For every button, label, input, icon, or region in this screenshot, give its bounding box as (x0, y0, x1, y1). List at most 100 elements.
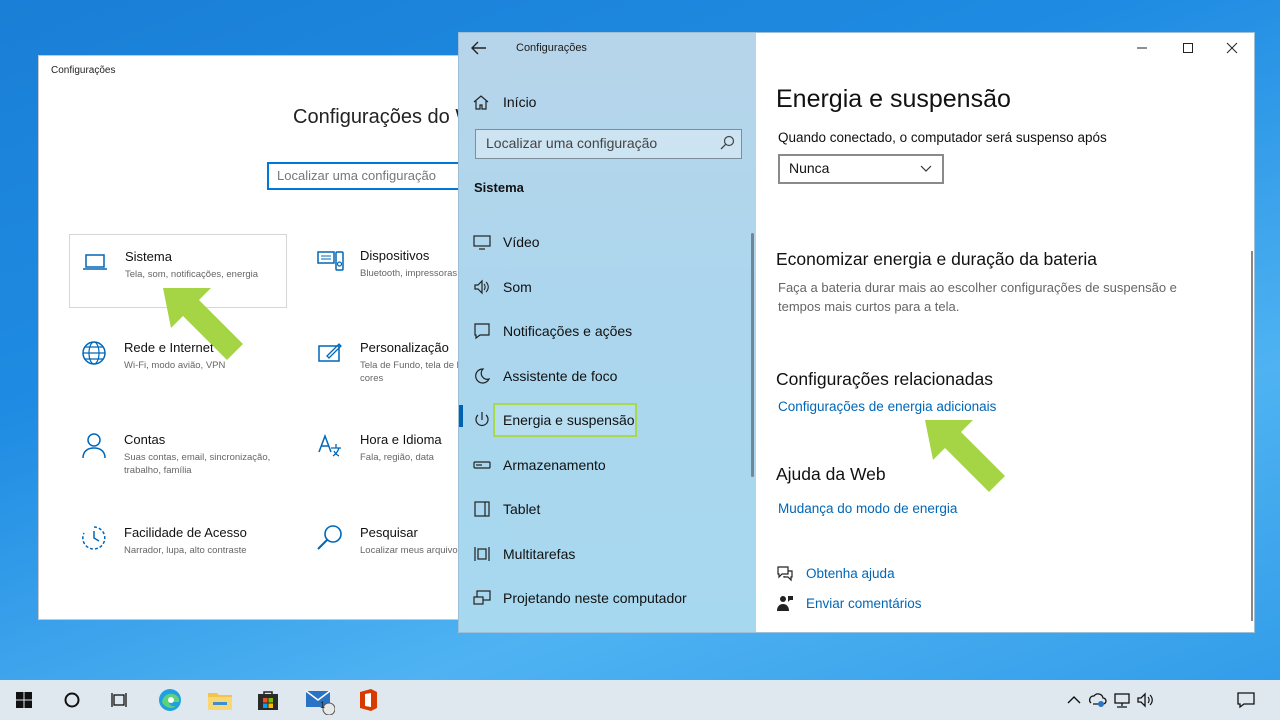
task-view-button[interactable] (96, 680, 144, 720)
get-help-link[interactable]: Obtenha ajuda (806, 566, 895, 581)
tile-rede-internet[interactable]: Rede e Internet Wi-Fi, modo avião, VPN (69, 326, 287, 400)
storage-icon (473, 461, 491, 469)
speaker-icon (474, 279, 489, 295)
store-bag-icon (258, 691, 278, 710)
nav-item-label: Multitarefas (503, 546, 576, 562)
edge-browser-icon (159, 689, 181, 711)
nav-item-label: Notificações e ações (503, 323, 633, 339)
close-button[interactable] (1209, 39, 1254, 59)
nav-item-video[interactable]: Vídeo (473, 227, 540, 257)
volume-icon[interactable] (1136, 690, 1156, 710)
background-search-input[interactable]: Localizar uma configuração (267, 162, 467, 190)
chevron-up-icon[interactable] (1064, 690, 1084, 710)
save-energy-description: Faça a bateria durar mais ao escolher co… (778, 280, 1177, 314)
globe-icon (82, 341, 106, 365)
tile-desc: Wi-Fi, modo avião, VPN (124, 360, 226, 371)
taskbar-store[interactable] (244, 680, 292, 720)
tile-name: Contas (124, 432, 166, 447)
tile-name: Rede e Internet (124, 340, 214, 355)
onedrive-sync-icon[interactable] (1088, 690, 1108, 710)
tablet-icon (474, 501, 490, 517)
paint-icon (318, 343, 342, 362)
taskbar-office[interactable] (344, 680, 392, 720)
nav-item-armazenamento[interactable]: Armazenamento (473, 450, 606, 480)
taskbar-mail[interactable]: 1 (294, 680, 342, 720)
tile-hora-idioma[interactable]: Hora e Idioma Fala, região, data (305, 418, 467, 492)
settings-window[interactable]: Configurações Início Localizar uma confi… (458, 32, 1255, 633)
office-icon (360, 689, 377, 711)
tile-name: Pesquisar (360, 525, 418, 540)
feedback-link[interactable]: Enviar comentários (806, 596, 922, 611)
search-icon[interactable] (719, 134, 735, 152)
feedback-row[interactable]: Enviar comentários (776, 594, 922, 612)
related-settings-heading: Configurações relacionadas (776, 369, 993, 389)
dropdown-value: Nunca (789, 160, 830, 176)
tile-desc: Tela de Fundo, tela de bloqueio, cores (360, 360, 467, 384)
additional-power-settings-link[interactable]: Configurações de energia adicionais (778, 399, 996, 414)
nav-item-tablet[interactable]: Tablet (473, 494, 540, 524)
action-center-icon[interactable] (1236, 690, 1256, 710)
projecting-icon (473, 590, 491, 605)
tile-pesquisar[interactable]: Pesquisar Localizar meus arquivos, permi… (305, 511, 467, 585)
notifications-icon (474, 323, 490, 340)
plugged-in-label: Quando conectado, o computador será susp… (778, 130, 1107, 145)
section-label: Sistema (474, 180, 524, 195)
windows-logo-icon (16, 692, 32, 708)
tile-name: Facilidade de Acesso (124, 525, 247, 540)
nav-item-assistente-foco[interactable]: Assistente de foco (473, 361, 617, 391)
tile-dispositivos[interactable]: Dispositivos Bluetooth, impressoras (305, 234, 467, 308)
back-arrow-icon (471, 41, 486, 55)
nav-item-energia-suspensao[interactable]: Energia e suspensão (473, 403, 637, 437)
taskbar-file-explorer[interactable] (196, 680, 244, 720)
tile-contas[interactable]: Contas Suas contas, email, sincronização… (69, 418, 287, 492)
nav-item-label: Energia e suspensão (503, 412, 635, 428)
search-button[interactable] (48, 680, 96, 720)
minimize-button[interactable] (1119, 39, 1165, 59)
network-icon[interactable] (1112, 690, 1132, 710)
keyboard-devices-icon (317, 251, 344, 271)
nav-home-label: Início (503, 94, 537, 110)
tile-sistema[interactable]: Sistema Tela, som, notificações, energia (69, 234, 287, 308)
help-chat-icon (777, 566, 793, 582)
tile-facilidade-acesso[interactable]: Facilidade de Acesso Narrador, lupa, alt… (69, 511, 287, 585)
nav-search-input[interactable]: Localizar uma configuração (475, 129, 742, 159)
task-view-icon (111, 693, 127, 707)
multitasking-icon (474, 547, 490, 561)
page-title: Energia e suspensão (776, 85, 1011, 113)
back-button[interactable] (471, 41, 493, 59)
content-scrollbar[interactable] (1251, 251, 1253, 621)
content-pane: Energia e suspensão Quando conectado, o … (756, 33, 1254, 632)
taskbar-edge[interactable] (146, 680, 194, 720)
nav-item-label: Tablet (503, 501, 541, 517)
tile-desc: Localizar meus arquivos, permissões (360, 545, 467, 556)
tile-name: Hora e Idioma (360, 432, 442, 447)
get-help-row[interactable]: Obtenha ajuda (776, 564, 895, 582)
sleep-dropdown[interactable]: Nunca (778, 154, 944, 184)
start-button[interactable] (0, 680, 48, 720)
nav-item-som[interactable]: Som (473, 272, 532, 302)
nav-item-multitarefas[interactable]: Multitarefas (473, 539, 575, 569)
minimize-icon (1137, 47, 1147, 49)
person-icon (82, 433, 106, 459)
nav-item-projetando[interactable]: Projetando neste computador (473, 583, 687, 613)
background-settings-window[interactable]: Configurações Configurações do Windows L… (38, 55, 468, 620)
tile-desc: Fala, região, data (360, 452, 434, 463)
tile-personalizacao[interactable]: Personalização Tela de Fundo, tela de bl… (305, 326, 467, 400)
laptop-icon (83, 254, 107, 270)
maximize-icon (1183, 43, 1193, 53)
nav-scrollbar[interactable] (751, 233, 754, 477)
display-icon (473, 235, 491, 250)
power-icon (475, 412, 489, 426)
nav-item-notificacoes[interactable]: Notificações e ações (473, 316, 632, 346)
mail-icon (305, 690, 335, 715)
nav-item-label: Projetando neste computador (503, 590, 687, 606)
power-mode-link[interactable]: Mudança do modo de energia (778, 501, 957, 516)
nav-home[interactable]: Início (473, 91, 536, 113)
tile-desc: Tela, som, notificações, energia (125, 269, 259, 280)
nav-search-placeholder: Localizar uma configuração (486, 135, 658, 151)
nav-item-label: Armazenamento (503, 457, 606, 473)
nav-item-label: Vídeo (503, 234, 540, 250)
home-icon (473, 95, 489, 110)
maximize-button[interactable] (1165, 39, 1211, 59)
tile-name: Personalização (360, 340, 449, 355)
